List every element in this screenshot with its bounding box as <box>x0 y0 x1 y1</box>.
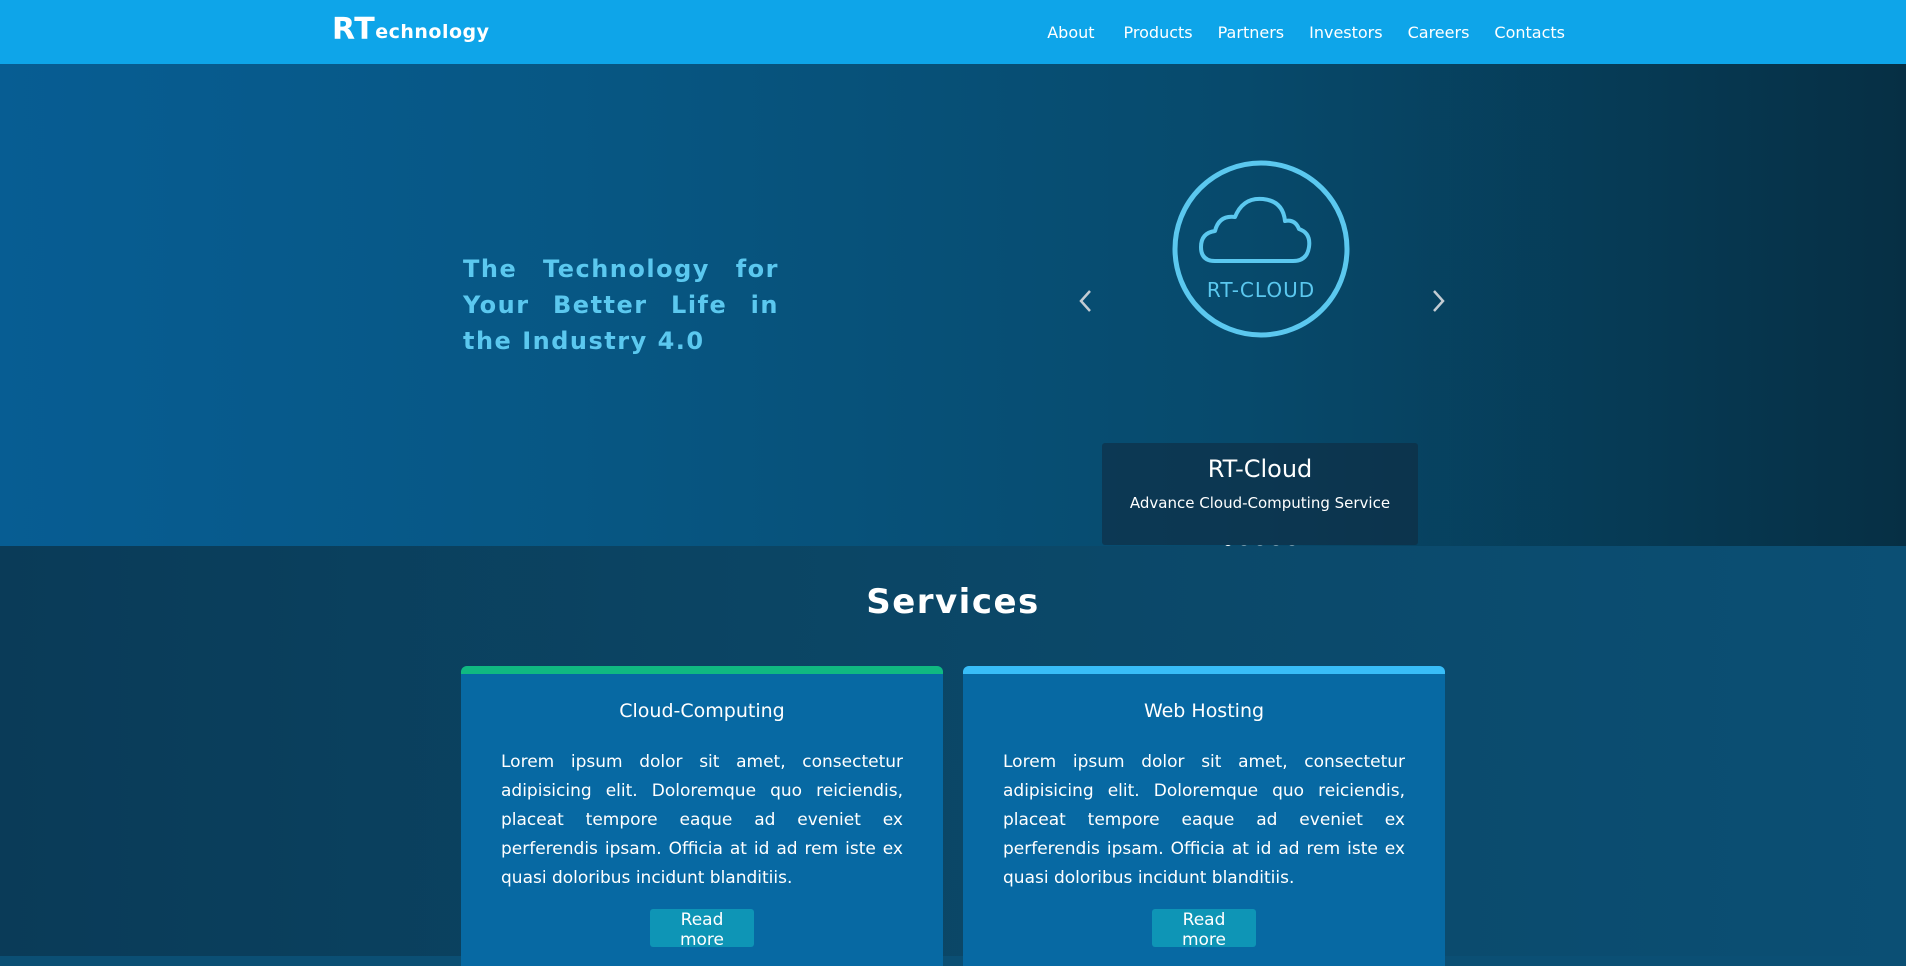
cloud-icon <box>1199 196 1312 263</box>
card-title: Web Hosting <box>1143 700 1265 722</box>
nav-link-careers[interactable]: Careers <box>1408 23 1470 42</box>
service-card-cloud-computing: Cloud-Computing Lorem ipsum dolor sit am… <box>461 666 943 966</box>
navbar: RT echnology About Products Partners Inv… <box>0 0 1906 64</box>
card-title: Cloud-Computing <box>619 700 785 722</box>
card-accent-bar <box>963 666 1445 674</box>
nav-link-partners[interactable]: Partners <box>1218 23 1284 42</box>
read-more-button[interactable]: Read more <box>650 909 754 950</box>
carousel-prev-button[interactable] <box>1074 286 1098 316</box>
hero-section: The Technology for Your Better Life in t… <box>0 64 1906 546</box>
nav-link-contacts[interactable]: Contacts <box>1494 23 1565 42</box>
nav-link-about[interactable]: About <box>1047 23 1094 42</box>
nav-link-investors[interactable]: Investors <box>1309 23 1382 42</box>
carousel-caption-title: RT-Cloud <box>1207 455 1313 483</box>
brand-logo-suffix: echnology <box>375 21 490 43</box>
carousel-next-button[interactable] <box>1426 286 1450 316</box>
carousel-caption-subtitle: Advance Cloud-Computing Service <box>1129 494 1391 512</box>
nav-links: About Products Partners Investors Career… <box>1047 0 1565 64</box>
card-text: Lorem ipsum dolor sit amet, consectetur … <box>501 752 903 888</box>
chevron-left-icon <box>1079 290 1091 312</box>
nav-link-products[interactable]: Products <box>1124 23 1193 42</box>
hero-title: The Technology for Your Better Life in t… <box>463 255 779 355</box>
service-card-web-hosting: Web Hosting Lorem ipsum dolor sit amet, … <box>963 666 1445 966</box>
card-text: Lorem ipsum dolor sit amet, consectetur … <box>1003 752 1405 888</box>
services-section: Services Cloud-Computing Lorem ipsum dol… <box>0 546 1906 966</box>
services-title: Services <box>866 582 1040 622</box>
brand-logo[interactable]: RT echnology <box>332 14 490 46</box>
carousel-caption: RT-Cloud Advance Cloud-Computing Service <box>1102 443 1418 545</box>
brand-logo-initials: RT <box>332 12 376 47</box>
read-more-button[interactable]: Read more <box>1152 909 1256 950</box>
product-carousel: RT-CLOUD RT-Cloud Advance Cloud-Computin… <box>1076 144 1446 545</box>
card-accent-bar <box>461 666 943 674</box>
chevron-right-icon <box>1433 290 1445 312</box>
logo-text: RT-CLOUD <box>1207 278 1315 302</box>
rt-cloud-logo: RT-CLOUD <box>1172 160 1350 338</box>
